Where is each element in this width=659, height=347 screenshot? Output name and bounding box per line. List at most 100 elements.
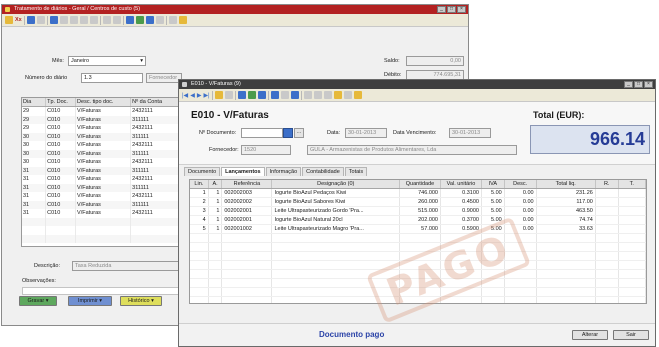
- grid-column-header[interactable]: Lin.: [190, 180, 209, 189]
- tab-documento[interactable]: Documento: [184, 167, 221, 176]
- grid-cell: 260.000: [399, 197, 441, 207]
- open-icon[interactable]: [5, 16, 13, 24]
- grid-cell: [618, 188, 646, 198]
- prev-record-icon[interactable]: ◀: [190, 92, 195, 99]
- minimize-icon[interactable]: _: [624, 81, 633, 88]
- lock-icon[interactable]: [303, 91, 312, 99]
- close-icon[interactable]: ×: [457, 6, 466, 13]
- edit-icon[interactable]: [247, 91, 256, 99]
- grid-column-header[interactable]: IVA: [481, 180, 505, 189]
- view-icon[interactable]: [237, 91, 246, 99]
- grid-row[interactable]: 5 1 002001002 Leite Ultrapasteurizado Magro…: [190, 224, 646, 234]
- maximize-icon[interactable]: □: [447, 6, 456, 13]
- grid-column-header[interactable]: Designação (0): [271, 180, 401, 189]
- print-icon[interactable]: [59, 16, 68, 24]
- grid-column-header[interactable]: T.: [618, 180, 646, 189]
- list-row[interactable]: 31 C010 V/Faturas 2432111: [22, 209, 180, 218]
- total-value: 966.14: [589, 129, 645, 149]
- grid-cell: [190, 296, 209, 303]
- list-row[interactable]: 30 C010 V/Faturas 2432111: [22, 141, 180, 150]
- grid-column-header[interactable]: Total liq.: [536, 180, 596, 189]
- list-row[interactable]: 31 C010 V/Faturas 311111: [22, 166, 180, 175]
- attach-icon[interactable]: [270, 91, 279, 99]
- list-cell: [45, 217, 77, 226]
- next-record-icon[interactable]: ▶: [197, 92, 202, 99]
- numero-input[interactable]: 1.3: [81, 73, 143, 83]
- grid-column-header[interactable]: R.: [595, 180, 619, 189]
- list-row[interactable]: 29 C010 V/Faturas 2432111: [22, 106, 180, 116]
- list-icon[interactable]: [102, 16, 111, 24]
- list-row[interactable]: 31 C010 V/Faturas 311111: [22, 183, 180, 192]
- filter-icon[interactable]: [36, 16, 45, 24]
- close-icon[interactable]: ×: [644, 81, 653, 88]
- grid-icon[interactable]: [112, 16, 121, 24]
- maximize-icon[interactable]: □: [634, 81, 643, 88]
- list-cell: [45, 234, 77, 243]
- minimize-icon[interactable]: _: [437, 6, 446, 13]
- grid-column-header[interactable]: Desc.: [504, 180, 537, 189]
- copy-icon[interactable]: [69, 16, 78, 24]
- grid-column-header[interactable]: A.: [208, 180, 223, 189]
- paste-icon[interactable]: [79, 16, 88, 24]
- imprimir-button[interactable]: Imprimir ▾: [68, 296, 112, 306]
- export-icon[interactable]: [155, 16, 164, 24]
- alterar-button[interactable]: Alterar: [572, 330, 608, 340]
- list-row[interactable]: 29 C010 V/Faturas 2432111: [22, 124, 180, 133]
- last-record-icon[interactable]: ▶|: [203, 92, 209, 99]
- mes-select[interactable]: Janeiro ▾: [68, 56, 146, 66]
- search-icon[interactable]: [26, 16, 35, 24]
- grid-row[interactable]: 2 1 002002002 Iogurte BioAzul Sabores Kiwi 2…: [190, 197, 646, 207]
- list-row[interactable]: 30 C010 V/Faturas 2432111: [22, 158, 180, 167]
- sair-button[interactable]: Sair: [613, 330, 649, 340]
- list-cell: 31: [22, 209, 47, 218]
- calendar-icon[interactable]: [145, 16, 154, 24]
- grid-column-header[interactable]: Val. unitário: [440, 180, 482, 189]
- list-row[interactable]: 30 C010 V/Faturas 311111: [22, 132, 180, 141]
- menu-x-button[interactable]: Xx: [15, 17, 22, 23]
- search-icon[interactable]: [257, 91, 266, 99]
- refresh-icon[interactable]: [135, 16, 144, 24]
- grid-row[interactable]: 3 1 002002001 Leite Ultrapasteurizado Gordo…: [190, 206, 646, 216]
- list-cell: V/Faturas: [75, 115, 132, 124]
- save-icon[interactable]: [49, 16, 58, 24]
- list-row[interactable]: 30 C010 V/Faturas 311111: [22, 149, 180, 158]
- documento-input[interactable]: [241, 128, 283, 138]
- grid-column-header[interactable]: Referência: [221, 180, 273, 189]
- tab-lan-amentos[interactable]: Lançamentos: [221, 167, 265, 176]
- list-column-header[interactable]: Tp. Doc.: [45, 98, 77, 107]
- list-row[interactable]: 31 C010 V/Faturas 311111: [22, 200, 180, 209]
- list-row[interactable]: 29 C010 V/Faturas 311111: [22, 115, 180, 124]
- historico-button[interactable]: Histórico ▾: [120, 296, 162, 306]
- help-icon[interactable]: [178, 16, 187, 24]
- descricao-input[interactable]: Taxa Reduzida: [72, 261, 182, 271]
- paste-icon[interactable]: [323, 91, 332, 99]
- documento-ellipsis-button[interactable]: ...: [294, 128, 304, 138]
- grid-row[interactable]: 1 1 002002003 Iogurte BioAzul Pedaços Kiwi 7…: [190, 188, 646, 198]
- print-icon[interactable]: [280, 91, 289, 99]
- help-icon[interactable]: [353, 91, 362, 99]
- undo-icon[interactable]: [214, 91, 223, 99]
- delete-icon[interactable]: [89, 16, 98, 24]
- grid-row[interactable]: 4 1 002002001 Iogurte BioAzul Natural 20cl 2…: [190, 215, 646, 225]
- comment-icon[interactable]: [333, 91, 342, 99]
- copy-icon[interactable]: [313, 91, 322, 99]
- list-row[interactable]: 31 C010 V/Faturas 2432111: [22, 192, 180, 201]
- tools-icon[interactable]: [168, 16, 177, 24]
- gravar-button[interactable]: Gravar ▾: [19, 296, 57, 306]
- list-column-header[interactable]: Dia: [22, 98, 47, 107]
- chart-icon[interactable]: [125, 16, 134, 24]
- grid-column-header[interactable]: Quantidade: [399, 180, 441, 189]
- export-icon[interactable]: [290, 91, 299, 99]
- menu-icon[interactable]: [224, 91, 233, 99]
- list-column-header[interactable]: Desc. tipo doc.: [75, 98, 132, 107]
- documento-lookup-button[interactable]: [283, 128, 293, 138]
- first-record-icon[interactable]: |◀: [182, 92, 188, 99]
- list-column-header[interactable]: Nº da Conta: [130, 98, 180, 107]
- tab-informa-o[interactable]: Informação: [265, 167, 302, 176]
- observacoes-input[interactable]: [22, 287, 182, 295]
- list-cell: [130, 217, 180, 226]
- tab-contabilidade[interactable]: Contabilidade: [302, 167, 344, 176]
- font-icon[interactable]: [343, 91, 352, 99]
- tab-totais[interactable]: Totais: [344, 167, 368, 176]
- list-row[interactable]: 31 C010 V/Faturas 2432111: [22, 175, 180, 184]
